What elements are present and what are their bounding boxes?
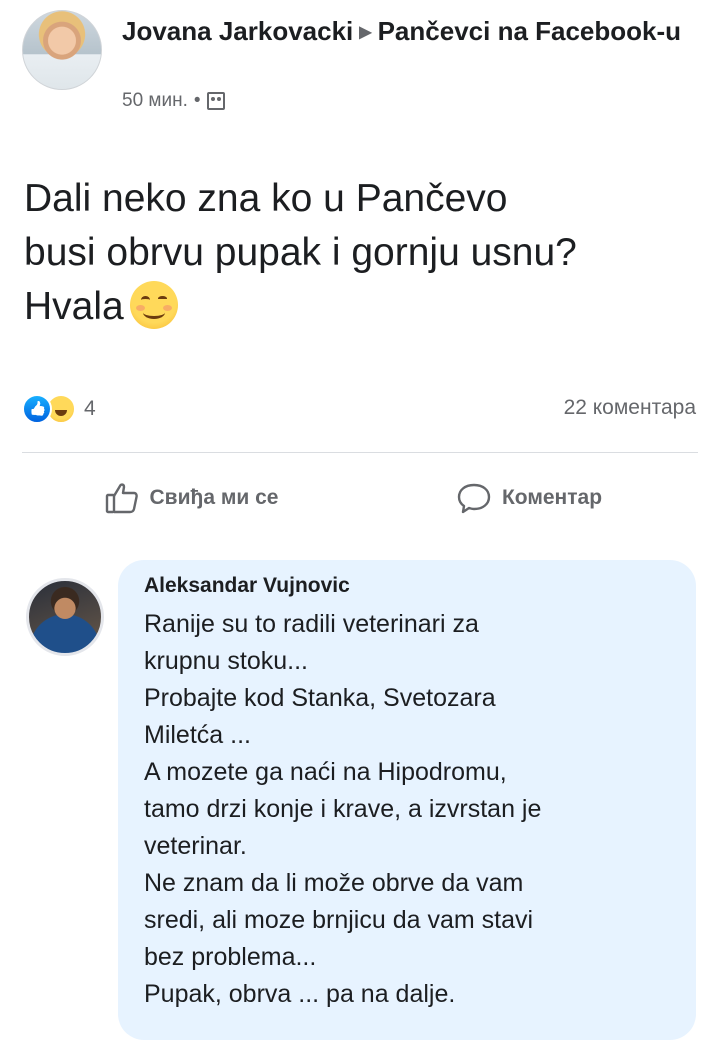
comment-text-line: Miletća ... — [144, 721, 251, 749]
reactions-summary[interactable]: 4 — [22, 394, 96, 424]
post-body: Dali neko zna ko u Pančevo busi obrvu pu… — [24, 172, 704, 334]
post-text-thanks: Hvala — [24, 285, 124, 328]
meta-separator: • — [193, 90, 201, 111]
author-avatar[interactable] — [22, 10, 102, 90]
smiling-emoji-icon — [129, 281, 178, 329]
comment-text-line: Probajte kod Stanka, Svetozara — [144, 684, 496, 712]
post-text-line: busi obrvu pupak i gornju usnu? — [24, 231, 577, 274]
author-name[interactable]: Jovana Jarkovacki — [122, 16, 353, 46]
comments-count[interactable]: 22 коментара — [564, 396, 696, 420]
comment-text-line: A mozete ga naći na Hipodromu, — [144, 758, 507, 786]
commenter-name[interactable]: Aleksandar Vujnovic — [144, 574, 672, 598]
thumbs-up-icon — [105, 483, 138, 514]
like-button[interactable]: Свиђа ми се — [22, 470, 360, 526]
comment-button-label: Коментар — [501, 486, 603, 509]
post-header: Jovana Jarkovacki ▶ Pančevci na Facebook-u… — [22, 10, 702, 130]
arrow-right-icon: ▶ — [359, 24, 372, 41]
post-text-line: Hvala — [24, 280, 704, 334]
like-button-label: Свиђа ми се — [149, 486, 279, 509]
comment-text-line: sredi, ali moze brnjicu da vam stavi — [144, 906, 534, 934]
comment-text-line: Pupak, obrva ... pa na dalje. — [144, 980, 456, 1008]
author-line: Jovana Jarkovacki ▶ Pančevci na Facebook-u — [122, 14, 682, 50]
post-timestamp[interactable]: 50 мин. — [122, 90, 188, 112]
post-meta: 50 мин. • — [122, 90, 225, 112]
comment-text-line: krupnu stoku... — [144, 647, 308, 675]
comment-bubble-icon — [457, 483, 491, 514]
post-actions: Свиђа ми се Коментар — [22, 470, 698, 526]
comment-text-line: veterinar. — [144, 832, 247, 860]
group-privacy-icon — [206, 92, 225, 110]
reaction-count: 4 — [84, 397, 96, 420]
comment-text-line: tamo drzi konje i krave, a izvrstan je — [144, 795, 542, 823]
group-name[interactable]: Pančevci na Facebook-u — [378, 16, 681, 46]
comment-bubble: Aleksandar Vujnovic Ranije su to radili … — [118, 560, 696, 1040]
post-text-line: Dali neko zna ko u Pančevo — [24, 177, 508, 220]
divider — [22, 452, 698, 453]
comment-text-line: Ne znam da li može obrve da vam — [144, 869, 524, 897]
comment-button[interactable]: Коментар — [360, 470, 698, 526]
commenter-avatar[interactable] — [26, 578, 104, 656]
comment-text-line: bez problema... — [144, 943, 317, 971]
like-reaction-icon — [22, 394, 52, 424]
comment-text-line: Ranije su to radili veterinari za — [144, 610, 479, 638]
